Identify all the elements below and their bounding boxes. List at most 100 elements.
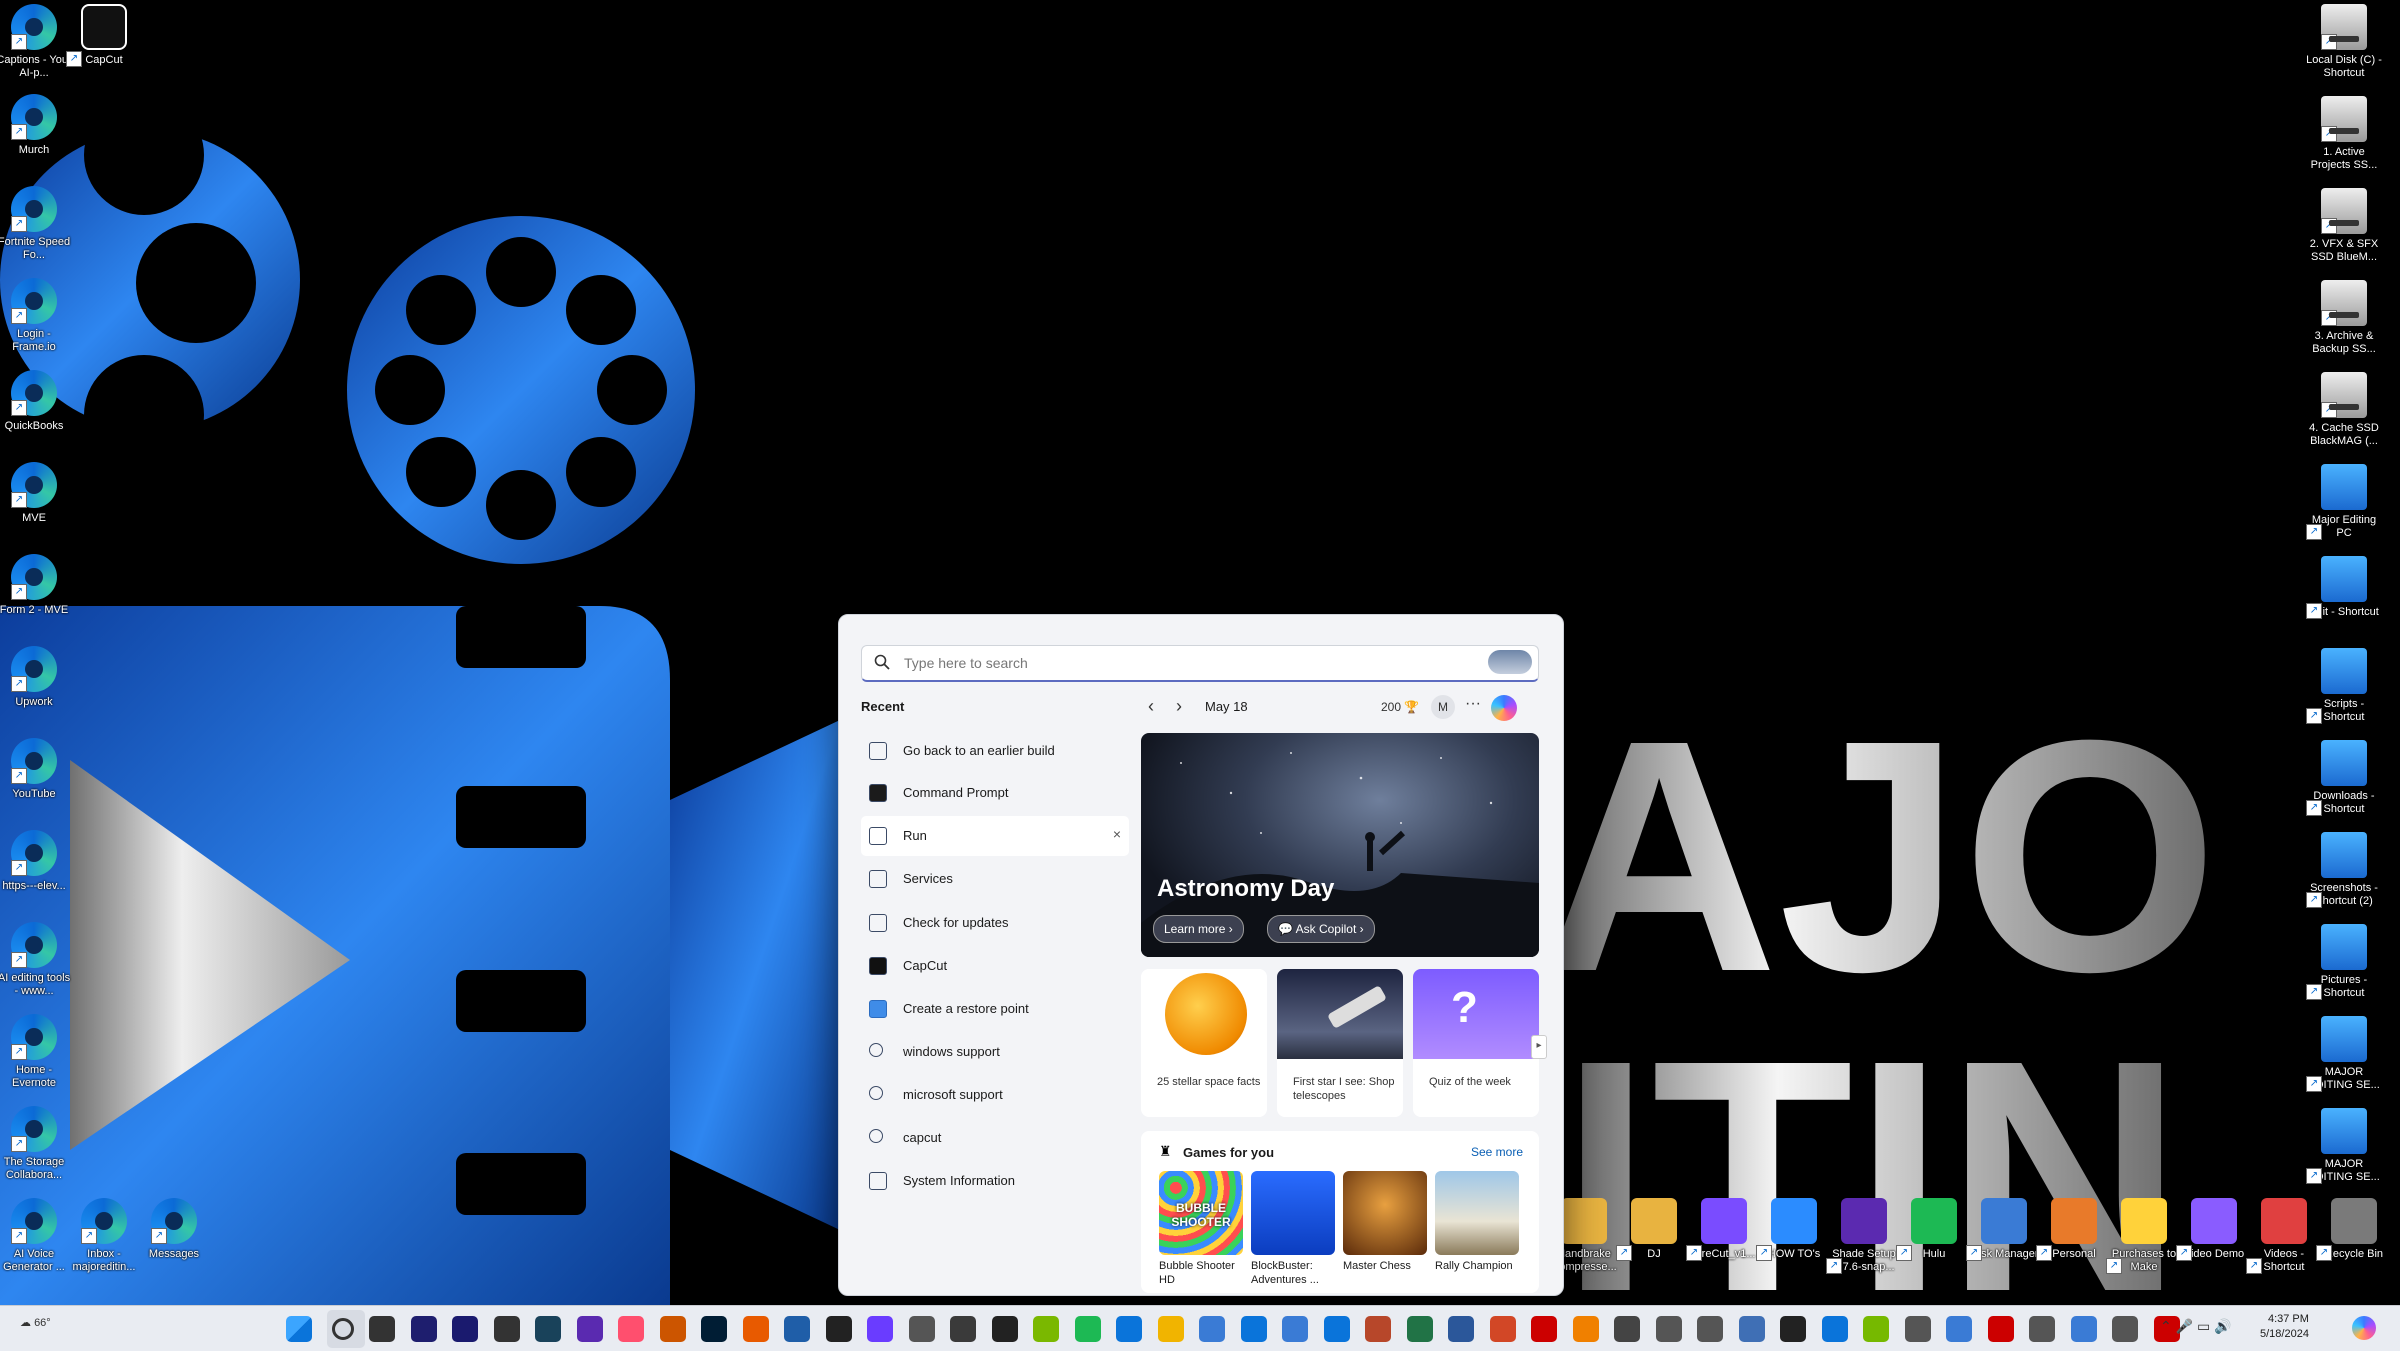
recent-item[interactable]: Run × [861,816,1129,856]
desktop-icon[interactable]: ↗ Purchases to Make [2106,1198,2182,1274]
prev-arrow-icon[interactable]: ‹ [1139,695,1163,719]
app-icon[interactable] [867,1316,893,1342]
app-icon[interactable] [1655,1316,1682,1342]
app-icon[interactable] [1365,1316,1391,1342]
card-stellar-facts[interactable]: 25 stellar space facts [1141,969,1267,1117]
copilot-taskbar-icon[interactable] [2352,1316,2376,1340]
desktop-icon[interactable]: ↗ Screenshots - Shortcut (2) [2306,832,2382,908]
recent-item[interactable]: Create a restore point [861,989,1129,1029]
next-arrow-icon[interactable]: › [1167,695,1191,719]
desktop-icon[interactable]: ↗ Task Manager [1966,1198,2042,1261]
desktop-icon[interactable]: ↗ Form 2 - MVE [0,554,72,617]
app-icon[interactable] [618,1316,644,1342]
desktop-icon[interactable]: ↗ MAJOR EDITING SE... [2306,1108,2382,1184]
hero-card-astronomy-day[interactable]: Astronomy Day Learn more › 💬 Ask Copilot… [1141,733,1539,957]
learn-more-button[interactable]: Learn more › [1153,915,1244,943]
copilot-icon[interactable] [1491,695,1517,721]
app-icon[interactable] [2029,1316,2055,1342]
search-icon[interactable] [332,1318,354,1340]
card-quiz-of-the-week[interactable]: ? Quiz of the week [1413,969,1539,1117]
desktop-icon[interactable]: ↗ Video Demo [2176,1198,2252,1261]
capcut-icon[interactable] [493,1316,520,1342]
recent-item[interactable]: Check for updates [861,903,1129,943]
after-effects-icon[interactable] [410,1316,437,1342]
desktop-icon[interactable]: ↗ Home - Evernote [0,1014,72,1090]
desktop-icon[interactable]: ↗ Shade Setup 1.7.6-snap... [1826,1198,1902,1274]
desktop-icon[interactable]: ↗ Captions - Your AI-p... [0,4,72,80]
app-icon[interactable] [991,1316,1018,1342]
app-icon[interactable] [1987,1316,2014,1342]
see-more-link[interactable]: See more [1471,1145,1523,1159]
search-input[interactable] [902,651,1466,675]
file-explorer-icon[interactable] [1157,1316,1184,1342]
desktop-icon[interactable]: ↗ Edit - Shortcut [2306,556,2382,619]
desktop-icon[interactable]: ↗ Major Editing PC [2306,464,2382,540]
desktop-icon[interactable]: ↗ Upwork [0,646,72,709]
desktop-icon[interactable]: ↗ 2. VFX & SFX SSD BlueM... [2306,188,2382,264]
game-rally-champion[interactable]: Rally Champion [1435,1171,1519,1273]
desktop-icon[interactable]: ↗ MAJOR EDITING SE... [2306,1016,2382,1092]
game-bubble-shooter[interactable]: BUBBLE SHOOTER Bubble Shooter HD [1159,1171,1243,1287]
desktop-icon[interactable]: ↗ Murch [0,94,72,157]
app-icon[interactable] [908,1316,935,1342]
close-icon[interactable]: × [1113,826,1121,842]
desktop-icon[interactable]: ↗ Local Disk (C) - Shortcut [2306,4,2382,80]
recent-item[interactable]: CapCut [861,946,1129,986]
excel-icon[interactable] [1406,1316,1433,1342]
app-icon[interactable] [1033,1316,1059,1342]
desktop-icon[interactable]: ↗ 4. Cache SSD BlackMAG (... [2306,372,2382,448]
desktop-icon[interactable]: ↗ Messages [136,1198,212,1261]
app-icon[interactable] [1282,1316,1308,1342]
desktop-icon[interactable]: ↗ QuickBooks [0,370,72,433]
app-icon[interactable] [784,1316,810,1342]
app-icon[interactable] [950,1316,976,1342]
desktop-icon[interactable]: ↗ HOW TO's [1756,1198,1832,1261]
desktop-icon[interactable]: ↗ DJ [1616,1198,1692,1261]
game-blockbuster[interactable]: BlockBuster: Adventures ... [1251,1171,1335,1287]
app-icon[interactable] [1904,1316,1931,1342]
desktop-icon[interactable]: ↗ Downloads - Shortcut [2306,740,2382,816]
card-shop-telescopes[interactable]: First star I see: Shop telescopes [1277,969,1403,1117]
app-icon[interactable] [1821,1316,1848,1342]
app-icon[interactable] [825,1316,852,1342]
desktop-icon[interactable]: ↗ Inbox - majoreditin... [66,1198,142,1274]
desktop-icon[interactable]: ↗ Hulu [1896,1198,1972,1261]
recent-item[interactable]: Services [861,859,1129,899]
start-icon[interactable] [286,1316,312,1342]
search-box[interactable] [861,645,1539,682]
app-icon[interactable] [1780,1316,1806,1342]
app-icon[interactable] [1323,1316,1350,1342]
desktop-icon[interactable]: ↗ CapCut [66,4,142,67]
davinci-icon[interactable] [535,1316,561,1342]
edge-icon[interactable] [1240,1316,1267,1342]
desktop-icon[interactable]: ↗ MVE [0,462,72,525]
desktop-icon[interactable]: ↗ https---elev... [0,830,72,893]
vlc-icon[interactable] [1572,1316,1599,1342]
app-icon[interactable] [2070,1316,2097,1342]
desktop-icon[interactable]: ↗ Videos - Shortcut [2246,1198,2322,1274]
acrobat-icon[interactable] [1531,1316,1557,1342]
weather-widget[interactable]: ☁ 66° [20,1316,51,1329]
desktop-icon[interactable]: ↗ 1. Active Projects SS... [2306,96,2382,172]
rewards-points[interactable]: 200 🏆 [1381,700,1419,714]
app-icon[interactable] [1697,1316,1723,1342]
account-avatar[interactable]: M [1431,695,1455,719]
recent-item[interactable]: windows support [861,1032,1129,1072]
recent-item[interactable]: capcut [861,1118,1129,1158]
recent-item[interactable]: microsoft support [861,1075,1129,1115]
ask-copilot-button[interactable]: 💬 Ask Copilot › [1267,915,1375,943]
desktop-icon[interactable]: ↗ FireCut_v1... [1686,1198,1762,1261]
desktop-icon[interactable]: ↗ The Storage Collabora... [0,1106,72,1182]
desktop-icon[interactable]: ↗ AI editing tools - www... [0,922,72,998]
app-icon[interactable] [1199,1316,1225,1342]
tray-icons[interactable]: ⌃ 🎤 ▭ 🔊 [2160,1318,2232,1335]
word-icon[interactable] [1448,1316,1474,1342]
desktop-icon[interactable]: ↗ Recycle Bin [2316,1198,2392,1261]
desktop-icon[interactable]: ↗ 3. Archive & Backup SS... [2306,280,2382,356]
recent-item[interactable]: Command Prompt [861,773,1129,813]
task-view-icon[interactable] [369,1316,395,1342]
app-icon[interactable] [576,1316,603,1342]
app-icon[interactable] [1116,1316,1142,1342]
desktop-icon[interactable]: ↗ Login - Frame.io [0,278,72,354]
app-icon[interactable] [2112,1316,2138,1342]
